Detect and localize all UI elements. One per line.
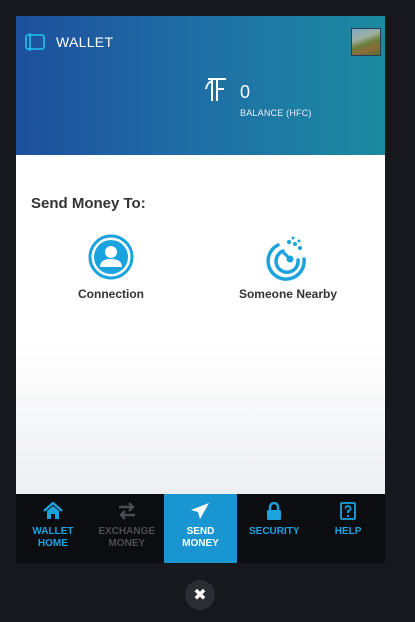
help-icon (340, 502, 356, 520)
tab-wallet-home[interactable]: WALLET HOME (16, 494, 90, 563)
tab-help[interactable]: HELP (311, 494, 385, 563)
wallet-header: WALLET 0 BALANCE (HFC) (16, 16, 385, 155)
tab-label-line1: SEND (186, 526, 215, 537)
tab-label-line1: HELP (334, 526, 362, 537)
radar-icon (266, 236, 306, 281)
tab-label-line2: MONEY (108, 538, 146, 549)
send-money-panel: Send Money To: Connection Someone Nearby (16, 155, 385, 494)
close-icon: ✖ (193, 587, 207, 604)
connection-label: Connection (78, 287, 144, 301)
tab-send-money[interactable]: SEND MONEY (163, 494, 238, 563)
person-icon (88, 234, 134, 280)
avatar[interactable] (351, 28, 381, 56)
tab-label-line2: HOME (37, 538, 68, 549)
hfc-currency-icon (205, 78, 226, 101)
header-brand: WALLET (24, 32, 113, 52)
tab-exchange-money[interactable]: EXCHANGE MONEY (90, 494, 164, 563)
someone-nearby-label: Someone Nearby (238, 287, 338, 301)
bottom-tab-bar: WALLET HOME EXCHANGE MONEY SEND MONEY SE… (16, 494, 385, 563)
exchange-arrows-icon (118, 502, 135, 520)
tab-label-line1: WALLET (32, 526, 74, 537)
wallet-window: WALLET 0 BALANCE (HFC) Send Money To: Co… (16, 16, 385, 563)
close-button[interactable]: ✖ (185, 580, 215, 610)
send-money-heading: Send Money To: (31, 195, 146, 212)
home-icon (43, 502, 63, 519)
wallet-title: WALLET (56, 34, 114, 50)
tab-label-line1: EXCHANGE (98, 526, 156, 537)
tab-label-line1: SECURITY (249, 526, 300, 537)
balance-value: 0 (240, 82, 251, 102)
lock-icon (267, 502, 282, 520)
connection-option[interactable]: Connection (66, 233, 156, 301)
balance-label: BALANCE (HFC) (240, 108, 312, 118)
tab-label-line2: MONEY (182, 538, 219, 549)
tab-security[interactable]: SECURITY (237, 494, 311, 563)
wallet-logo-icon (25, 33, 45, 51)
send-plane-icon (191, 503, 210, 519)
someone-nearby-option[interactable]: Someone Nearby (228, 233, 348, 301)
